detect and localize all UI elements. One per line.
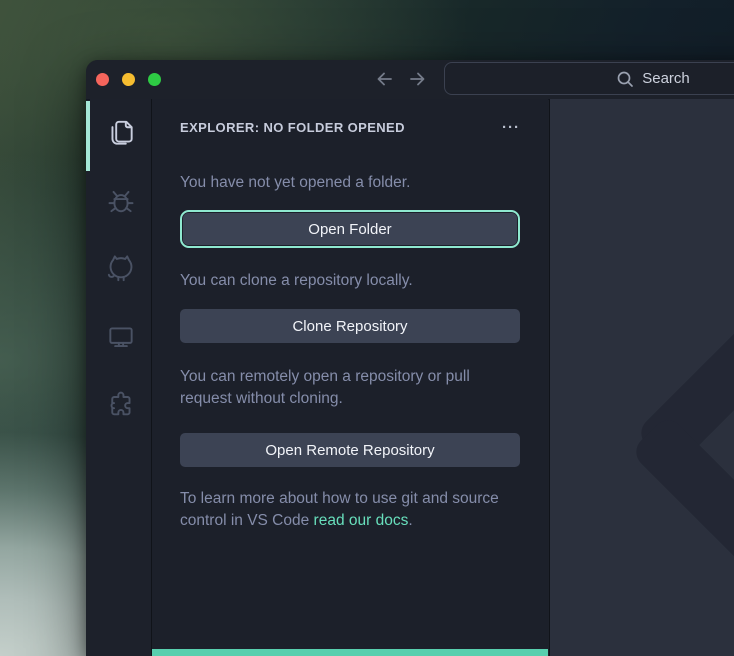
magnifier-icon xyxy=(616,70,634,88)
window-controls xyxy=(96,60,161,99)
bug-icon xyxy=(105,185,137,222)
sidebar-item-extensions[interactable] xyxy=(90,373,152,441)
sidebar-bottom-accent-strip xyxy=(152,649,548,656)
clone-hint: You can clone a repository locally. xyxy=(180,270,520,292)
open-folder-hint: You have not yet opened a folder. xyxy=(180,172,520,194)
search-input[interactable]: Search xyxy=(444,62,734,95)
sidebar-item-run-debug[interactable] xyxy=(90,169,152,237)
activity-bar xyxy=(90,99,152,656)
docs-text-after: . xyxy=(408,512,412,529)
pane-header: EXPLORER: NO FOLDER OPENED ··· xyxy=(180,120,520,135)
open-folder-focus-ring: Open Folder xyxy=(180,210,520,248)
title-bar: Search xyxy=(86,60,734,100)
explorer-title: EXPLORER: NO FOLDER OPENED xyxy=(180,120,405,135)
sidebar-item-github[interactable] xyxy=(90,237,152,305)
docs-paragraph: To learn more about how to use git and s… xyxy=(180,488,520,532)
maximize-button[interactable] xyxy=(148,73,161,86)
sidebar-item-explorer[interactable] xyxy=(90,101,152,169)
vscode-window: Search xyxy=(86,60,734,656)
editor-area xyxy=(549,99,734,656)
close-button[interactable] xyxy=(96,73,109,86)
forward-arrow-icon[interactable] xyxy=(406,67,428,91)
open-folder-button[interactable]: Open Folder xyxy=(183,213,517,245)
history-nav xyxy=(374,67,428,91)
read-our-docs-link[interactable]: read our docs xyxy=(314,512,409,529)
open-remote-repository-button[interactable]: Open Remote Repository xyxy=(180,433,520,467)
more-actions-icon[interactable]: ··· xyxy=(502,123,520,133)
monitor-icon xyxy=(105,321,137,358)
minimize-button[interactable] xyxy=(122,73,135,86)
screen: Search xyxy=(0,0,734,656)
sidebar-item-remote-explorer[interactable] xyxy=(90,305,152,373)
back-arrow-icon[interactable] xyxy=(374,67,396,91)
search-label: Search xyxy=(642,70,690,87)
files-icon xyxy=(105,117,137,154)
github-icon xyxy=(105,253,137,290)
puzzle-icon xyxy=(105,389,137,426)
clone-repository-button[interactable]: Clone Repository xyxy=(180,309,520,343)
remote-hint: You can remotely open a repository or pu… xyxy=(180,366,520,410)
explorer-sidebar: EXPLORER: NO FOLDER OPENED ··· You have … xyxy=(152,99,548,649)
